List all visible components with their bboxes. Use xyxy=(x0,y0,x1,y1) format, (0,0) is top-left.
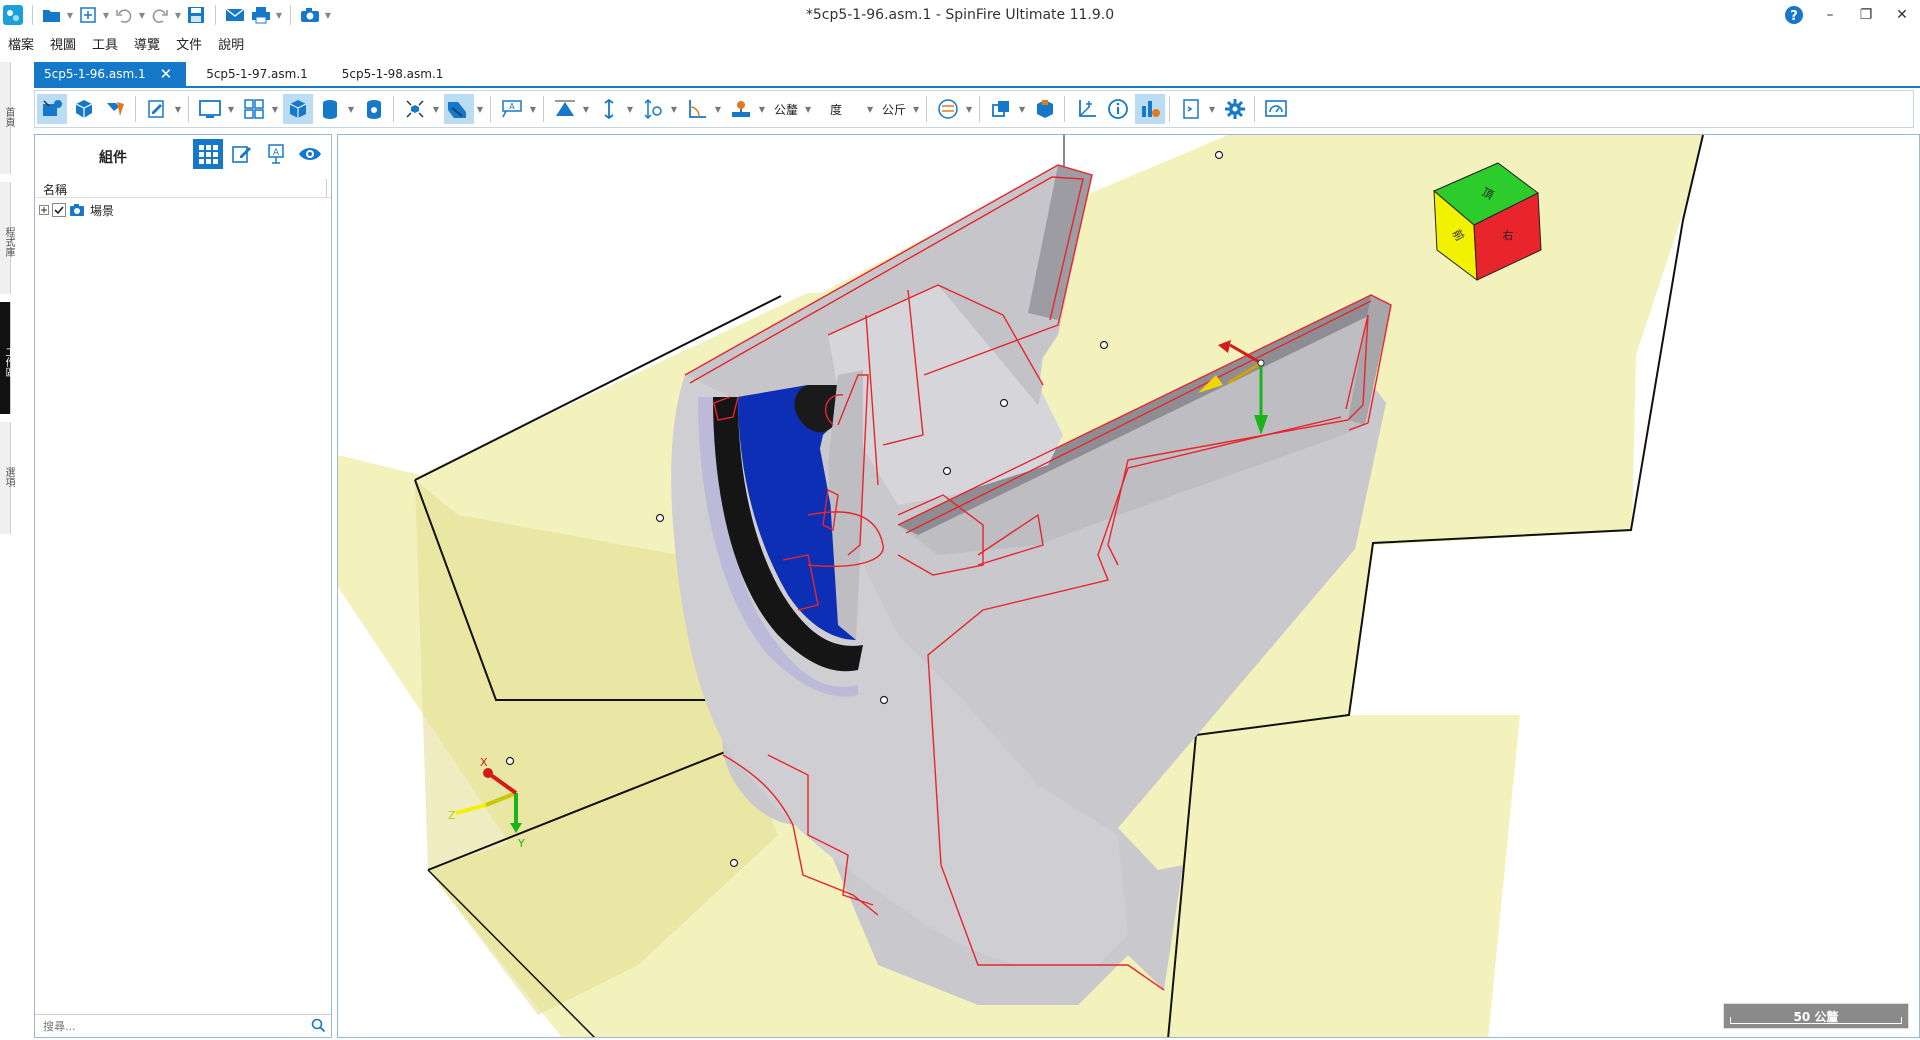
doc-tab-97[interactable]: 5cp5-1-97.asm.1 xyxy=(196,62,322,86)
side-tab-options[interactable]: 選項 xyxy=(0,422,14,534)
measure-distance-icon[interactable] xyxy=(594,94,624,124)
doc-tab-98[interactable]: 5cp5-1-98.asm.1 xyxy=(332,62,458,86)
tab-underline xyxy=(34,86,1920,88)
help-icon: ? xyxy=(1790,9,1798,24)
explode-icon[interactable] xyxy=(400,94,430,124)
assembly-select-icon[interactable] xyxy=(37,94,67,124)
model-canvas[interactable]: 頂 前 右 X Z Y xyxy=(338,135,1920,1038)
side-tabs: 首頁 程式庫 工作區 選項 xyxy=(0,62,14,542)
angle-dropdown-icon[interactable]: ▼ xyxy=(712,105,724,114)
mass-properties-icon[interactable] xyxy=(726,94,756,124)
expand-icon[interactable] xyxy=(39,205,49,215)
copy-dropdown-icon[interactable]: ▼ xyxy=(1016,105,1028,114)
info-icon[interactable] xyxy=(1103,94,1133,124)
menu-navigate[interactable]: 導覽 xyxy=(126,32,168,54)
help-button[interactable]: ? xyxy=(1776,0,1812,30)
tree-column-header[interactable]: 名稱 xyxy=(35,179,331,198)
document-tabs: 5cp5-1-96.asm.1 ✕ 5cp5-1-97.asm.1 5cp5-1… xyxy=(34,62,467,86)
side-tab-library[interactable]: 程式庫 xyxy=(0,182,14,294)
search-input[interactable] xyxy=(41,1015,295,1037)
point-dropdown-icon[interactable]: ▼ xyxy=(668,105,680,114)
length-units-select[interactable]: 公釐 xyxy=(768,101,802,118)
main-toolbar: ▼ ▼ ▼ ▼ ▼ ▼ A ▼ ▼ ▼ ▼ ▼ ▼ 公釐 ▼ 度 ▼ 公斤 ▼ … xyxy=(34,90,1914,128)
menu-tools[interactable]: 工具 xyxy=(84,32,126,54)
face-select-icon[interactable] xyxy=(101,94,131,124)
cube-right-label: 右 xyxy=(1503,228,1514,242)
menu-document[interactable]: 文件 xyxy=(168,32,210,54)
package-icon[interactable] xyxy=(1030,94,1060,124)
menu-help[interactable]: 說明 xyxy=(210,32,252,54)
3d-viewport[interactable]: 頂 前 右 X Z Y 50 公釐 xyxy=(337,134,1920,1038)
close-button[interactable]: ✕ xyxy=(1884,0,1920,30)
title-bar: ▼ ▼ ▼ ▼ ▼ ▼ *5cp5-1-96.asm.1 - SpinFire … xyxy=(0,0,1920,30)
scene-camera-icon xyxy=(70,204,84,216)
tree-label-scene: 場景 xyxy=(90,203,115,218)
assembly-panel: 組件 A 名稱 場景 xyxy=(34,134,332,1038)
svg-text:A: A xyxy=(509,102,515,111)
cylinder-settings-icon[interactable] xyxy=(359,94,389,124)
tree-row-scene[interactable]: 場景 xyxy=(39,201,114,219)
annotation-panel-icon[interactable]: A xyxy=(261,139,291,169)
side-tab-home[interactable]: 首頁 xyxy=(0,62,14,174)
close-tab-icon[interactable]: ✕ xyxy=(160,65,173,83)
layout-dropdown-icon[interactable]: ▼ xyxy=(269,105,281,114)
length-units-dropdown-icon[interactable]: ▼ xyxy=(802,105,814,114)
panel-search xyxy=(35,1014,331,1037)
window-title: *5cp5-1-96.asm.1 - SpinFire Ultimate 11.… xyxy=(805,7,1115,23)
annotation-dropdown-icon[interactable]: ▼ xyxy=(527,105,539,114)
menu-view[interactable]: 視圖 xyxy=(42,32,84,54)
measure-angle-icon[interactable] xyxy=(682,94,712,124)
measure-cone-icon[interactable] xyxy=(550,94,580,124)
measure-dropdown-icon[interactable]: ▼ xyxy=(580,105,592,114)
axis-z-label: Z xyxy=(448,809,456,822)
coordinate-icon[interactable] xyxy=(1071,94,1101,124)
script-icon[interactable] xyxy=(1176,94,1206,124)
menu-bar: 檔案 視圖 工具 導覽 文件 說明 xyxy=(0,32,252,54)
explode-dropdown-icon[interactable]: ▼ xyxy=(430,105,442,114)
settings-gear-icon[interactable] xyxy=(1220,94,1250,124)
measure-point-icon[interactable] xyxy=(638,94,668,124)
compare-dropdown-icon[interactable]: ▼ xyxy=(963,105,975,114)
visibility-checkbox[interactable] xyxy=(52,203,66,217)
performance-icon[interactable] xyxy=(1261,94,1291,124)
distance-dropdown-icon[interactable]: ▼ xyxy=(624,105,636,114)
markup-icon[interactable] xyxy=(142,94,172,124)
display-dropdown-icon[interactable]: ▼ xyxy=(345,105,357,114)
axis-y-label: Y xyxy=(517,837,525,850)
part-select-icon[interactable] xyxy=(69,94,99,124)
annotation-icon[interactable]: A xyxy=(497,94,527,124)
mass-units-dropdown-icon[interactable]: ▼ xyxy=(910,105,922,114)
section-cut-icon[interactable] xyxy=(444,94,474,124)
viewport-icon[interactable] xyxy=(195,94,225,124)
side-tab-workspace[interactable]: 工作區 xyxy=(0,302,14,414)
angle-units-dropdown-icon[interactable]: ▼ xyxy=(864,105,876,114)
search-icon[interactable] xyxy=(311,1018,325,1032)
layout-icon[interactable] xyxy=(239,94,269,124)
doc-tab-96[interactable]: 5cp5-1-96.asm.1 ✕ xyxy=(34,62,187,86)
minimize-button[interactable]: – xyxy=(1812,0,1848,30)
edit-properties-icon[interactable] xyxy=(227,139,257,169)
copy-icon[interactable] xyxy=(986,94,1016,124)
viewport-dropdown-icon[interactable]: ▼ xyxy=(225,105,237,114)
statistics-icon[interactable] xyxy=(1135,94,1166,124)
svg-text:A: A xyxy=(273,148,280,158)
mass-dropdown-icon[interactable]: ▼ xyxy=(756,105,768,114)
restore-button[interactable]: ❐ xyxy=(1848,0,1884,30)
section-dropdown-icon[interactable]: ▼ xyxy=(474,105,486,114)
shaded-view-icon[interactable] xyxy=(283,94,313,124)
markup-dropdown-icon[interactable]: ▼ xyxy=(172,105,184,114)
panel-title: 組件 xyxy=(99,150,127,166)
compare-icon[interactable] xyxy=(933,94,963,124)
menu-file[interactable]: 檔案 xyxy=(0,32,42,54)
grid-view-icon[interactable] xyxy=(193,139,223,169)
axis-x-label: X xyxy=(480,756,488,769)
angle-units-select[interactable]: 度 xyxy=(824,101,846,118)
visibility-eye-icon[interactable] xyxy=(295,139,325,169)
scale-bar: 50 公釐 xyxy=(1723,1003,1909,1029)
mass-units-select[interactable]: 公斤 xyxy=(876,101,910,118)
script-dropdown-icon[interactable]: ▼ xyxy=(1206,105,1218,114)
cylinder-icon[interactable] xyxy=(315,94,345,124)
